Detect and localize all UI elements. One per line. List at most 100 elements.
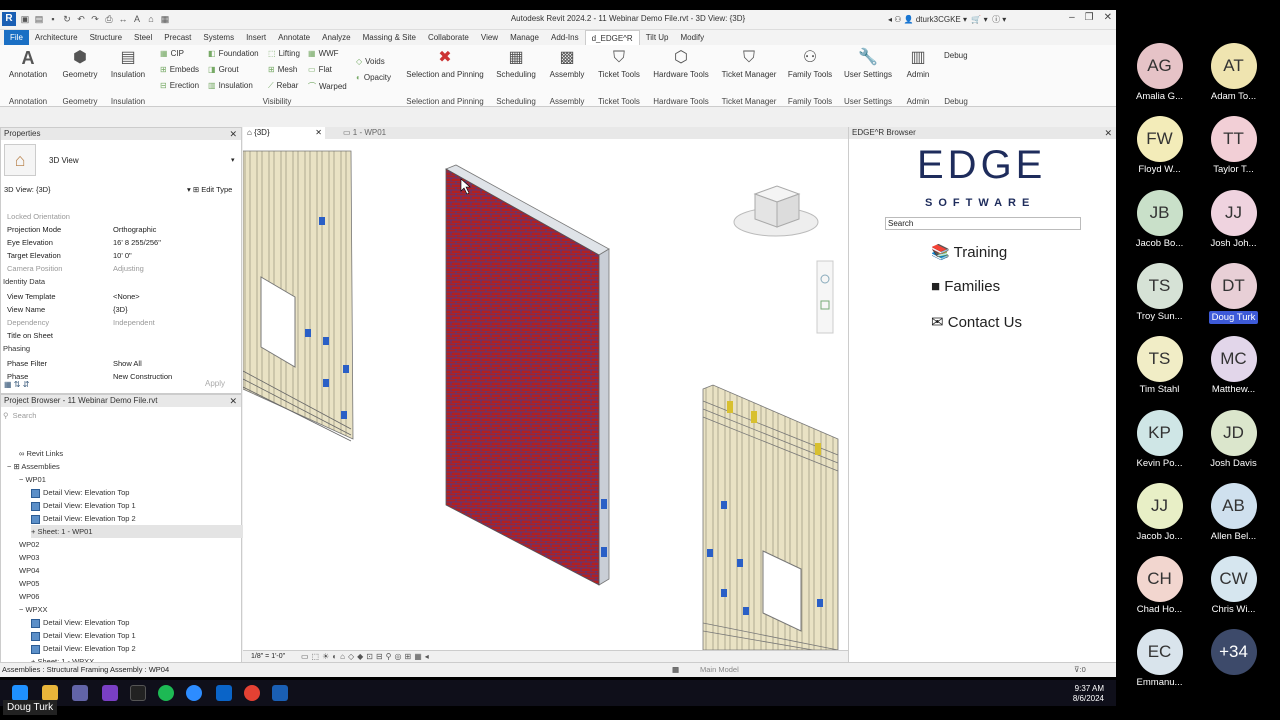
user-account[interactable]: ◂ ⚇ 👤 dturk3CGKE ▾ 🛒 ▾ ⓘ ▾: [888, 14, 1006, 25]
erection-button[interactable]: ⊟ Erection: [160, 81, 199, 90]
admin-button[interactable]: ▥ Admin: [902, 49, 934, 79]
edge-search-input[interactable]: Search: [885, 217, 1081, 230]
tree-item[interactable]: WP06: [19, 590, 39, 603]
tab-3d-view[interactable]: ⌂ {3D} ✕: [243, 127, 325, 139]
revit-taskbar-icon[interactable]: [272, 685, 288, 701]
outlook-icon[interactable]: [216, 685, 232, 701]
contact-us-link[interactable]: ✉ Contact Us: [931, 313, 1022, 331]
tab-view[interactable]: View: [475, 30, 504, 45]
close-icon[interactable]: ✕: [1104, 12, 1112, 23]
tab-sheet-wp01[interactable]: ▭ 1 - WP01: [339, 127, 390, 139]
tree-item[interactable]: WP04: [19, 564, 39, 577]
insulation-button[interactable]: ▤ Insulation: [108, 49, 148, 79]
tab-steel[interactable]: Steel: [128, 30, 158, 45]
model-canvas[interactable]: [243, 139, 848, 650]
visual-studio-icon[interactable]: [102, 685, 118, 701]
mesh-button[interactable]: ⊞ Mesh: [268, 65, 297, 74]
rebar-button[interactable]: ⟋ Rebar: [268, 81, 298, 91]
file-explorer-icon[interactable]: [42, 685, 58, 701]
wall-panel-right[interactable]: [702, 384, 839, 650]
embeds-button[interactable]: ⊞ Embeds: [160, 65, 199, 74]
selection-pinning-button[interactable]: ✖ Selection and Pinning: [405, 49, 485, 79]
edit-type-button[interactable]: ▾ ⊞ Edit Type: [187, 185, 232, 194]
type-selector[interactable]: 3D View: [49, 156, 79, 165]
tree-item[interactable]: − WP01: [19, 473, 46, 486]
property-row[interactable]: Camera Position Adjusting: [1, 262, 233, 275]
filter-icon[interactable]: ⊽:0: [1074, 663, 1086, 677]
geometry-button[interactable]: ⬢ Geometry: [60, 49, 100, 79]
minimize-icon[interactable]: –: [1069, 12, 1075, 23]
annotation-button[interactable]: A Annotation: [8, 49, 48, 79]
close-icon[interactable]: ✕: [229, 395, 237, 407]
tab-file[interactable]: File: [4, 30, 29, 45]
cip-button[interactable]: ▦ CIP: [160, 49, 184, 58]
assembly-button[interactable]: ▩ Assembly: [546, 49, 588, 79]
tab-d-edge-r[interactable]: d_EDGE^R: [584, 29, 640, 46]
participant-tile[interactable]: MC Matthew...: [1196, 336, 1271, 395]
tree-item[interactable]: Detail View: Elevation Top 2: [31, 512, 136, 525]
participant-tile[interactable]: AB Allen Bel...: [1196, 482, 1271, 542]
property-row[interactable]: Eye Elevation 16' 8 255/256": [1, 236, 233, 249]
families-link[interactable]: ■ Families: [931, 278, 1000, 295]
windows-start-icon[interactable]: [12, 685, 28, 701]
tree-item[interactable]: Detail View: Elevation Top: [31, 616, 129, 629]
participant-tile[interactable]: JB Jacob Bo...: [1122, 189, 1197, 249]
restore-icon[interactable]: ❐: [1085, 12, 1094, 23]
view-cube[interactable]: [733, 185, 819, 237]
tree-item[interactable]: Detail View: Elevation Top 1: [31, 499, 136, 512]
tab-add-ins[interactable]: Add-Ins: [545, 30, 585, 45]
property-row[interactable]: View Name {3D}: [1, 303, 233, 316]
navigation-bar[interactable]: [816, 260, 834, 334]
participant-tile[interactable]: AT Adam To...: [1196, 43, 1271, 102]
close-icon[interactable]: ✕: [315, 127, 322, 139]
active-workset[interactable]: Main Model: [700, 663, 739, 677]
tab-precast[interactable]: Precast: [158, 30, 197, 45]
participant-tile[interactable]: TS Tim Stahl: [1122, 336, 1197, 395]
participant-tile[interactable]: JJ Jacob Jo...: [1122, 482, 1197, 542]
property-value[interactable]: Show All: [113, 357, 142, 370]
tree-item[interactable]: Detail View: Elevation Top: [31, 486, 129, 499]
3d-viewport[interactable]: [243, 139, 848, 650]
property-row[interactable]: Title on Sheet: [1, 329, 233, 342]
spotify-icon[interactable]: [158, 685, 174, 701]
foundation-button[interactable]: ◧ Foundation: [208, 49, 259, 58]
scheduling-button[interactable]: ▦ Scheduling: [494, 49, 538, 79]
user-settings-button[interactable]: 🔧 User Settings: [842, 49, 894, 79]
opacity-button[interactable]: ◐ Opacity: [356, 73, 391, 82]
tab-analyze[interactable]: Analyze: [316, 30, 356, 45]
tree-item[interactable]: + Sheet: 1 - WP01: [31, 525, 251, 538]
debug-button[interactable]: Debug: [944, 51, 968, 60]
participant-tile[interactable]: KP Kevin Po...: [1122, 409, 1197, 469]
participant-tile[interactable]: TT Taylor T...: [1196, 116, 1271, 175]
property-value[interactable]: Independent: [113, 316, 155, 329]
close-icon[interactable]: ✕: [1104, 127, 1112, 139]
clock-time[interactable]: 9:37 AM: [1073, 684, 1104, 694]
participant-tile[interactable]: TS Troy Sun...: [1122, 262, 1197, 322]
property-value[interactable]: <None>: [113, 290, 140, 303]
close-icon[interactable]: ✕: [229, 128, 237, 140]
participant-tile[interactable]: AG Amalia G...: [1122, 43, 1197, 102]
participant-tile[interactable]: DT Doug Turk: [1196, 262, 1271, 326]
participant-tile[interactable]: +34: [1196, 629, 1271, 677]
property-row[interactable]: Locked Orientation: [1, 210, 233, 223]
wall-panel-brick[interactable]: [445, 164, 610, 586]
property-row[interactable]: Phase New Construction: [1, 370, 233, 383]
property-value[interactable]: {3D}: [113, 303, 128, 316]
tree-item[interactable]: ∞ Revit Links: [19, 447, 63, 460]
participant-tile[interactable]: JD Josh Davis: [1196, 409, 1271, 469]
participant-tile[interactable]: EC Emmanu...: [1122, 629, 1197, 688]
tab-annotate[interactable]: Annotate: [272, 30, 316, 45]
ticket-manager-button[interactable]: ⛉ Ticket Manager: [718, 49, 780, 79]
property-value[interactable]: Adjusting: [113, 262, 144, 275]
tree-item[interactable]: Detail View: Elevation Top 2: [31, 642, 136, 655]
apply-button[interactable]: Apply: [205, 379, 225, 388]
hardware-tools-button[interactable]: ⬡ Hardware Tools: [650, 49, 712, 79]
participant-tile[interactable]: CH Chad Ho...: [1122, 556, 1197, 615]
training-link[interactable]: 📚 Training: [931, 243, 1007, 261]
property-row[interactable]: Dependency Independent: [1, 316, 233, 329]
tab-manage[interactable]: Manage: [504, 30, 545, 45]
instance-selector[interactable]: 3D View: {3D}: [4, 185, 51, 194]
flat-button[interactable]: ▭ Flat: [308, 65, 332, 74]
tree-item[interactable]: Detail View: Elevation Top 1: [31, 629, 136, 642]
wall-panel-left[interactable]: [243, 150, 354, 442]
